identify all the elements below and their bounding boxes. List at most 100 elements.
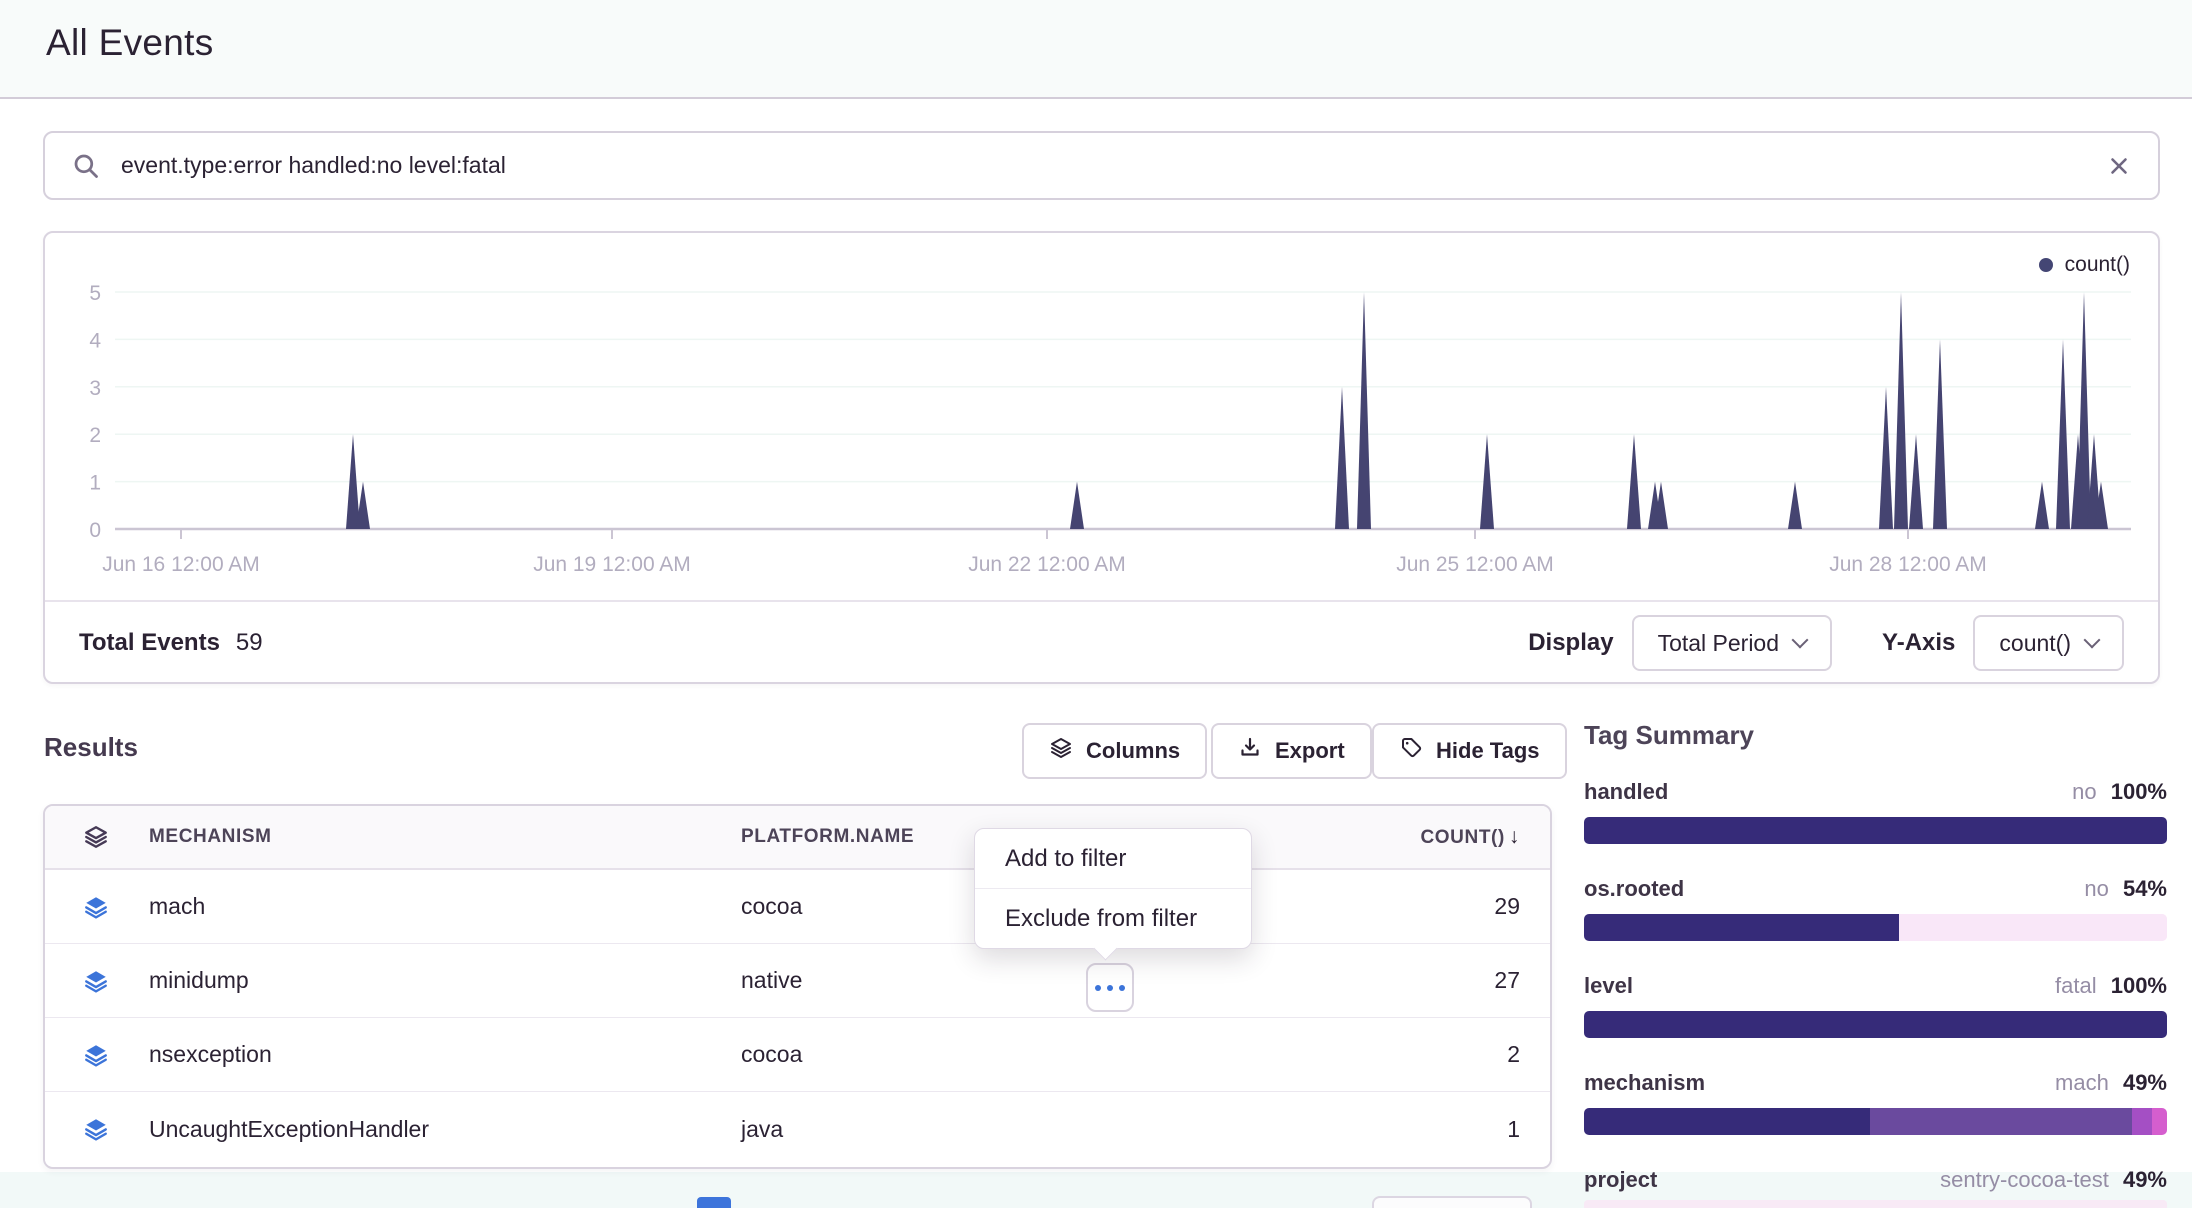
table-row[interactable]: UncaughtExceptionHandlerjava1 xyxy=(45,1092,1550,1166)
tag-bar-segment[interactable] xyxy=(1584,1011,2167,1038)
table-row[interactable]: minidumpnative27 xyxy=(45,944,1550,1018)
cell-mechanism[interactable]: UncaughtExceptionHandler xyxy=(149,1116,741,1143)
columns-button[interactable]: Columns xyxy=(1022,723,1207,779)
primary-button-partial[interactable] xyxy=(697,1197,731,1208)
tag-name: handled xyxy=(1584,779,1668,805)
cell-count[interactable]: 2 xyxy=(1310,1041,1550,1068)
y-axis-label: 4 xyxy=(89,329,101,352)
cell-platform[interactable]: native xyxy=(741,967,1310,994)
x-axis-label: Jun 28 12:00 AM xyxy=(1829,553,1987,576)
layers-icon xyxy=(45,1116,149,1142)
layers-icon xyxy=(45,968,149,994)
yaxis-select[interactable]: count() xyxy=(1973,615,2124,671)
tag-icon xyxy=(1399,736,1423,766)
chart-legend[interactable]: count() xyxy=(2039,253,2130,277)
cell-count[interactable]: 1 xyxy=(1310,1116,1550,1143)
tag-bar-segment[interactable] xyxy=(1870,1108,2132,1135)
x-axis-label: Jun 19 12:00 AM xyxy=(533,553,691,576)
tag-name: mechanism xyxy=(1584,1070,1705,1096)
chevron-down-icon xyxy=(2084,632,2101,649)
tag-bar-segment[interactable] xyxy=(1899,914,2167,941)
export-button[interactable]: Export xyxy=(1211,723,1372,779)
tag-head: os.rootedno 54% xyxy=(1584,876,2167,902)
tag-bar-partial xyxy=(1584,1200,2167,1208)
menu-item[interactable]: Exclude from filter xyxy=(975,889,1251,948)
tag-bar-segment[interactable] xyxy=(2132,1108,2152,1135)
y-axis-label: 3 xyxy=(89,377,101,400)
layers-icon xyxy=(45,1042,149,1068)
cell-count[interactable]: 29 xyxy=(1310,893,1550,920)
column-header-count[interactable]: COUNT()↓ xyxy=(1310,825,1550,849)
tag-bar-segment[interactable] xyxy=(2152,1108,2167,1135)
events-chart[interactable]: 012345Jun 16 12:00 AMJun 19 12:00 AMJun … xyxy=(45,233,2158,600)
chart-spike xyxy=(1894,292,1908,529)
tag-name: os.rooted xyxy=(1584,876,1684,902)
cell-count[interactable]: 27 xyxy=(1310,967,1550,994)
tag-bar-segment[interactable] xyxy=(1584,817,2167,844)
menu-item[interactable]: Add to filter xyxy=(975,829,1251,889)
table-header-row: MECHANISM PLATFORM.NAME COUNT()↓ xyxy=(45,806,1550,870)
results-table: MECHANISM PLATFORM.NAME COUNT()↓ machcoc… xyxy=(43,804,1552,1169)
pagination-button-partial[interactable] xyxy=(1372,1196,1532,1208)
chart-spike xyxy=(1788,482,1802,529)
export-button-label: Export xyxy=(1275,738,1345,764)
tag-name: project xyxy=(1584,1167,1657,1193)
layers-icon[interactable] xyxy=(45,824,149,850)
tag-list: handledno 100% os.rootedno 54% levelfatal … xyxy=(1584,779,2167,1208)
table-row[interactable]: machcocoa29 xyxy=(45,870,1550,944)
display-value: Total Period xyxy=(1658,630,1779,657)
hide-tags-button[interactable]: Hide Tags xyxy=(1372,723,1567,779)
layers-icon xyxy=(1049,736,1073,766)
tag-summary-title: Tag Summary xyxy=(1584,720,2167,751)
tag-row-level: levelfatal 100% xyxy=(1584,973,2167,1038)
chart-spike xyxy=(2077,292,2091,529)
tag-head: mechanism mach 49% xyxy=(1584,1070,2167,1096)
tag-bar[interactable] xyxy=(1584,1011,2167,1038)
clear-search-icon[interactable] xyxy=(2106,153,2132,179)
cell-platform[interactable]: cocoa xyxy=(741,1041,1310,1068)
hide-tags-button-label: Hide Tags xyxy=(1436,738,1540,764)
yaxis-label: Y-Axis xyxy=(1882,629,1955,657)
page-title: All Events xyxy=(46,22,214,64)
table-row[interactable]: nsexceptioncocoa2 xyxy=(45,1018,1550,1092)
tag-bar-segment[interactable] xyxy=(1584,1108,1870,1135)
tag-head: handledno 100% xyxy=(1584,779,2167,805)
tag-row-os.rooted: os.rootedno 54% xyxy=(1584,876,2167,941)
search-input[interactable] xyxy=(119,151,2088,180)
tag-head: levelfatal 100% xyxy=(1584,973,2167,999)
tag-value: mach 49% xyxy=(2055,1070,2167,1096)
y-axis-label: 5 xyxy=(89,282,101,305)
search-bar xyxy=(43,131,2160,200)
total-events-label: Total Events xyxy=(79,629,220,657)
x-axis-label: Jun 25 12:00 AM xyxy=(1396,553,1554,576)
cell-actions-button[interactable] xyxy=(1086,963,1134,1012)
ellipsis-icon xyxy=(1119,985,1125,991)
page-header: All Events xyxy=(0,0,2192,99)
tag-name: level xyxy=(1584,973,1633,999)
tag-row-mechanism: mechanism mach 49% xyxy=(1584,1070,2167,1135)
chart-controls: Display Total Period Y-Axis count() xyxy=(1528,615,2124,671)
cell-mechanism[interactable]: mach xyxy=(149,893,741,920)
chart-spike xyxy=(1357,292,1371,529)
chevron-down-icon xyxy=(1792,632,1809,649)
tag-bar[interactable] xyxy=(1584,1108,2167,1135)
tag-summary-panel: Tag Summary handledno 100% os.rootedno 54… xyxy=(1584,720,2167,1208)
legend-label: count() xyxy=(2065,253,2130,277)
chart-spike xyxy=(1335,387,1349,529)
tag-bar-segment[interactable] xyxy=(1584,914,1899,941)
total-events-value: 59 xyxy=(236,629,263,657)
tag-bar[interactable] xyxy=(1584,914,2167,941)
columns-button-label: Columns xyxy=(1086,738,1180,764)
tag-bar[interactable] xyxy=(1584,817,2167,844)
layers-icon xyxy=(45,894,149,920)
cell-platform[interactable]: java xyxy=(741,1116,1310,1143)
x-axis-label: Jun 22 12:00 AM xyxy=(968,553,1126,576)
ellipsis-icon xyxy=(1095,985,1101,991)
y-axis-label: 2 xyxy=(89,424,101,447)
count-header-label: COUNT() xyxy=(1420,827,1504,848)
column-header-mechanism[interactable]: MECHANISM xyxy=(149,826,741,848)
display-select[interactable]: Total Period xyxy=(1632,615,1832,671)
cell-mechanism[interactable]: nsexception xyxy=(149,1041,741,1068)
cell-mechanism[interactable]: minidump xyxy=(149,967,741,994)
search-icon xyxy=(71,151,101,181)
